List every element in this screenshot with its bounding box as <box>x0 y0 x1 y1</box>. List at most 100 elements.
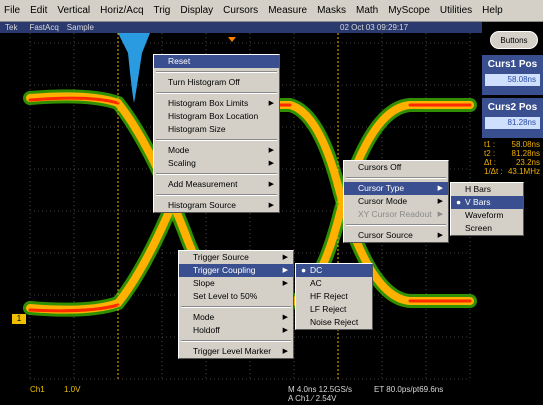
menu-separator <box>156 139 277 141</box>
menu-item-label: Mode <box>168 145 190 155</box>
menu-help[interactable]: Help <box>482 5 503 16</box>
menu-item-scaling[interactable]: Scaling ▶ <box>154 157 279 170</box>
volts-label[interactable]: 1.0V <box>64 385 80 394</box>
menu-separator <box>156 173 277 175</box>
readout-value: 58.08ns <box>511 140 540 149</box>
submenu-arrow-icon: ▶ <box>268 202 274 209</box>
menu-item-label: Trigger Level Marker <box>193 346 272 356</box>
menu-item-label: Holdoff <box>193 325 220 335</box>
menu-file[interactable]: File <box>4 5 20 16</box>
menu-item-turn-histogram-off[interactable]: Turn Histogram Off <box>154 76 279 89</box>
menu-item-label: XY Cursor Readout <box>358 209 432 219</box>
menu-item-lf-reject[interactable]: LF Reject <box>296 303 372 316</box>
readout-label: 1/Δt : <box>484 167 503 176</box>
menu-item-hf-reject[interactable]: HF Reject <box>296 290 372 303</box>
submenu-arrow-icon: ▶ <box>268 181 274 188</box>
submenu-arrow-icon: ▶ <box>282 314 288 321</box>
readout-value: 81.28ns <box>511 149 540 158</box>
menu-item-label: Histogram Box Limits <box>168 98 249 108</box>
menu-item-cursor-mode[interactable]: Cursor Mode ▶ <box>344 195 448 208</box>
menu-item-label: Scaling <box>168 158 196 168</box>
menu-measure[interactable]: Measure <box>268 5 307 16</box>
menu-item-histogram-size[interactable]: Histogram Size <box>154 123 279 136</box>
cursor-readout: t1 : 58.08ns t2 : 81.28ns Δt : 23.2ns 1/Δt … <box>484 140 540 176</box>
trigger-context-menu: Trigger Source ▶ Trigger Coupling ▶ Slope ▶… <box>178 250 294 359</box>
menu-item-histogram-source[interactable]: Histogram Source ▶ <box>154 199 279 212</box>
menu-item-label: Cursor Type <box>358 183 405 193</box>
menu-item-histogram-box-limits[interactable]: Histogram Box Limits ▶ <box>154 97 279 110</box>
menu-item-label: Trigger Coupling <box>193 265 256 275</box>
menu-item-slope[interactable]: Slope ▶ <box>179 277 293 290</box>
menu-separator <box>181 306 291 308</box>
menu-item-trigger-coupling[interactable]: Trigger Coupling ▶ <box>179 264 293 277</box>
menu-item-v-bars[interactable]: ● V Bars <box>451 196 523 209</box>
brand-label: Tek <box>5 23 18 32</box>
menu-math[interactable]: Math <box>356 5 378 16</box>
menu-separator <box>156 194 277 196</box>
menu-separator <box>346 224 446 226</box>
readout-label: Δt : <box>484 158 497 167</box>
menu-separator <box>156 71 277 73</box>
readout-value: 23.2ns <box>515 158 540 167</box>
menu-edit[interactable]: Edit <box>30 5 47 16</box>
curs2-value[interactable]: 81.28ns <box>485 117 540 129</box>
datetime-label: 02 Oct 03 09:29:17 <box>340 23 409 32</box>
menu-item-set-level-50[interactable]: Set Level to 50% <box>179 290 293 303</box>
ch1-ground-marker[interactable]: 1 <box>12 314 26 324</box>
curs1-value[interactable]: 58.08ns <box>485 74 540 86</box>
submenu-arrow-icon: ▶ <box>282 327 288 334</box>
trigger-readout[interactable]: A Ch1 ⁄ 2.54V <box>288 394 336 403</box>
menu-item-trigger-mode[interactable]: Mode ▶ <box>179 311 293 324</box>
menu-item-label: DC <box>310 265 323 275</box>
menu-vertical[interactable]: Vertical <box>57 5 90 16</box>
menu-item-holdoff[interactable]: Holdoff ▶ <box>179 324 293 337</box>
submenu-arrow-icon: ▶ <box>437 232 443 239</box>
menu-trig[interactable]: Trig <box>154 5 171 16</box>
submenu-arrow-icon: ▶ <box>268 100 274 107</box>
submenu-arrow-icon: ▶ <box>437 211 443 218</box>
menu-item-histogram-box-location[interactable]: Histogram Box Location <box>154 110 279 123</box>
menu-item-ac[interactable]: AC <box>296 277 372 290</box>
menu-utilities[interactable]: Utilities <box>440 5 472 16</box>
timebase-label[interactable]: M 4.0ns 12.5GS/s <box>288 385 352 394</box>
menu-item-h-bars[interactable]: H Bars <box>451 183 523 196</box>
menu-item-trigger-level-marker[interactable]: Trigger Level Marker ▶ <box>179 345 293 358</box>
menu-item-label: Add Measurement <box>168 179 238 189</box>
menu-horiz-acq[interactable]: Horiz/Acq <box>100 5 143 16</box>
readout-label: t2 : <box>484 149 496 158</box>
menu-item-cursor-source[interactable]: Cursor Source ▶ <box>344 229 448 242</box>
menu-item-label: Slope <box>193 278 215 288</box>
menu-item-cursor-type[interactable]: Cursor Type ▶ <box>344 182 448 195</box>
buttons-button[interactable]: Buttons <box>490 31 538 49</box>
menu-item-add-measurement[interactable]: Add Measurement ▶ <box>154 178 279 191</box>
curs2-pos-panel[interactable]: Curs2 Pos 81.28ns <box>482 98 543 138</box>
menu-item-waveform[interactable]: Waveform <box>451 209 523 222</box>
menu-item-xy-cursor-readout: XY Cursor Readout ▶ <box>344 208 448 221</box>
menu-item-label: Cursor Mode <box>358 196 408 206</box>
menu-item-cursors-off[interactable]: Cursors Off <box>344 161 448 174</box>
submenu-arrow-icon: ▶ <box>282 254 288 261</box>
menu-item-noise-reject[interactable]: Noise Reject <box>296 316 372 329</box>
status-bar: Tek FastAcq Sample 02 Oct 03 09:29:17 <box>0 22 482 33</box>
submenu-arrow-icon: ▶ <box>437 185 443 192</box>
menu-item-dc[interactable]: ● DC <box>296 264 372 277</box>
et-label: ET 80.0ps/pt69.6ns <box>374 385 444 394</box>
submenu-arrow-icon: ▶ <box>282 267 288 274</box>
menu-cursors[interactable]: Cursors <box>223 5 258 16</box>
histogram-area <box>118 33 150 103</box>
menu-item-screen[interactable]: Screen <box>451 222 523 235</box>
menu-display[interactable]: Display <box>180 5 213 16</box>
cursor-context-menu: Cursors Off Cursor Type ▶ Cursor Mode ▶ XY… <box>343 160 449 243</box>
channel-label[interactable]: Ch1 <box>30 385 45 394</box>
menu-masks[interactable]: Masks <box>317 5 346 16</box>
menu-item-reset[interactable]: Reset <box>154 55 279 68</box>
menu-item-label: Mode <box>193 312 215 322</box>
curs1-pos-panel[interactable]: Curs1 Pos 58.08ns <box>482 55 543 95</box>
menu-bar: File Edit Vertical Horiz/Acq Trig Displa… <box>0 0 543 22</box>
menu-item-trigger-source[interactable]: Trigger Source ▶ <box>179 251 293 264</box>
menu-item-mode[interactable]: Mode ▶ <box>154 144 279 157</box>
menu-myscope[interactable]: MyScope <box>388 5 430 16</box>
trigger-coupling-submenu: ● DC AC HF Reject LF Reject Noise Reject <box>295 263 373 330</box>
menu-item-label: Trigger Source <box>193 252 249 262</box>
submenu-arrow-icon: ▶ <box>437 198 443 205</box>
